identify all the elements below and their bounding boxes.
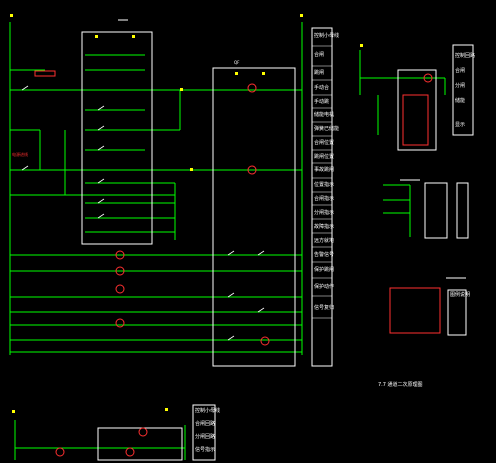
bottom-label-0: 控制小母线 bbox=[195, 408, 221, 414]
mini-table-label-1: 合闸 bbox=[455, 68, 466, 74]
breaker-module-box bbox=[212, 67, 296, 367]
panel-label-3: 手动合 bbox=[314, 85, 330, 91]
panel-label-0: 控制小母线 bbox=[314, 33, 340, 39]
fuse-component bbox=[34, 70, 56, 77]
panel-label-13: 故障指示 bbox=[314, 224, 335, 230]
diagram-caption: 7.7 通道二次原理图 bbox=[378, 382, 423, 388]
bottom-label-1: 合闸回路 bbox=[195, 421, 216, 427]
bottom-module-box bbox=[97, 427, 183, 461]
relay-module-box bbox=[81, 31, 153, 245]
panel-label-12: 分闸指示 bbox=[314, 210, 335, 216]
panel-label-14: 远方就地 bbox=[314, 238, 335, 244]
schematic-canvas: QF 控制小母线 合闸 跳闸 手动合 手动跳 储能电机 弹簧已储能 合闸位置 跳… bbox=[0, 0, 496, 463]
panel-label-10: 位置指示 bbox=[314, 182, 335, 188]
panel-label-2: 跳闸 bbox=[314, 70, 325, 76]
panel-label-15: 告警信号 bbox=[314, 252, 335, 258]
panel-label-16: 保护跳闸 bbox=[314, 267, 335, 273]
mini-table-label-4: 显示 bbox=[455, 122, 466, 128]
mini-table-label-2: 分闸 bbox=[455, 83, 466, 89]
panel-label-4: 手动跳 bbox=[314, 99, 330, 105]
panel-label-1: 合闸 bbox=[314, 52, 325, 58]
panel-label-18: 信号复归 bbox=[314, 305, 335, 311]
bottom-label-3: 信号指示 bbox=[195, 447, 216, 453]
panel-label-7: 合闸位置 bbox=[314, 140, 335, 146]
red-annotation: 电源进线 bbox=[12, 152, 28, 157]
panel-label-9: 事故跳闸 bbox=[314, 167, 335, 173]
indicator-box bbox=[424, 182, 448, 239]
mini-table-label-3: 储能 bbox=[455, 98, 466, 104]
bottom-label-2: 分闸回路 bbox=[195, 434, 216, 440]
mini-table-label-0: 控制回路 bbox=[455, 53, 476, 59]
panel-label-5: 储能电机 bbox=[314, 112, 335, 118]
panel-label-17: 保护动作 bbox=[314, 284, 335, 290]
legend-title: 图例说明 bbox=[450, 292, 471, 298]
panel-label-8: 跳闸位置 bbox=[314, 154, 335, 160]
panel-label-6: 弹簧已储能 bbox=[314, 126, 340, 132]
switch-module-box bbox=[397, 69, 437, 151]
side-box bbox=[456, 182, 469, 239]
breaker-label: QF bbox=[234, 60, 240, 65]
circuit-drawing bbox=[9, 14, 474, 461]
panel-label-11: 合闸指示 bbox=[314, 196, 335, 202]
